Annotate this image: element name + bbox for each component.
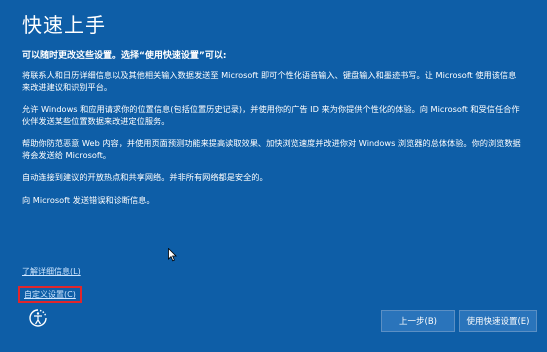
mouse-pointer-icon bbox=[168, 248, 177, 262]
paragraph-browser-protection: 帮助你防范恶意 Web 内容，并使用页面预测功能来提高读取效果、加快浏览速度并改… bbox=[22, 138, 521, 160]
back-button[interactable]: 上一步(B) bbox=[381, 310, 455, 332]
settings-description: 将联系人和日历详细信息以及其他相关输入数据发送至 Microsoft 即可个性化… bbox=[22, 69, 522, 217]
customize-settings-link[interactable]: 自定义设置(C) bbox=[24, 289, 76, 300]
paragraph-diagnostics: 向 Microsoft 发送错误和诊断信息。 bbox=[22, 195, 155, 205]
use-express-settings-button[interactable]: 使用快速设置(E) bbox=[459, 310, 537, 332]
settings-subheading: 可以随时更改这些设置。选择“使用快速设置”可以: bbox=[22, 51, 227, 61]
paragraph-input-personalization: 将联系人和日历详细信息以及其他相关输入数据发送至 Microsoft 即可个性化… bbox=[22, 70, 517, 92]
learn-more-link[interactable]: 了解详细信息(L) bbox=[22, 266, 81, 277]
page-title: 快速上手 bbox=[22, 13, 106, 37]
paragraph-location: 允许 Windows 和应用请求你的位置信息(包括位置历史记录)，并使用你的广告… bbox=[22, 104, 520, 126]
ease-of-access-icon[interactable] bbox=[27, 307, 49, 329]
paragraph-hotspots: 自动连接到建议的开放热点和共享网络。并非所有网络都是安全的。 bbox=[22, 172, 268, 182]
oobe-screen: 快速上手 可以随时更改这些设置。选择“使用快速设置”可以: 将联系人和日历详细信… bbox=[0, 0, 547, 352]
customize-settings-highlight: 自定义设置(C) bbox=[18, 286, 82, 303]
